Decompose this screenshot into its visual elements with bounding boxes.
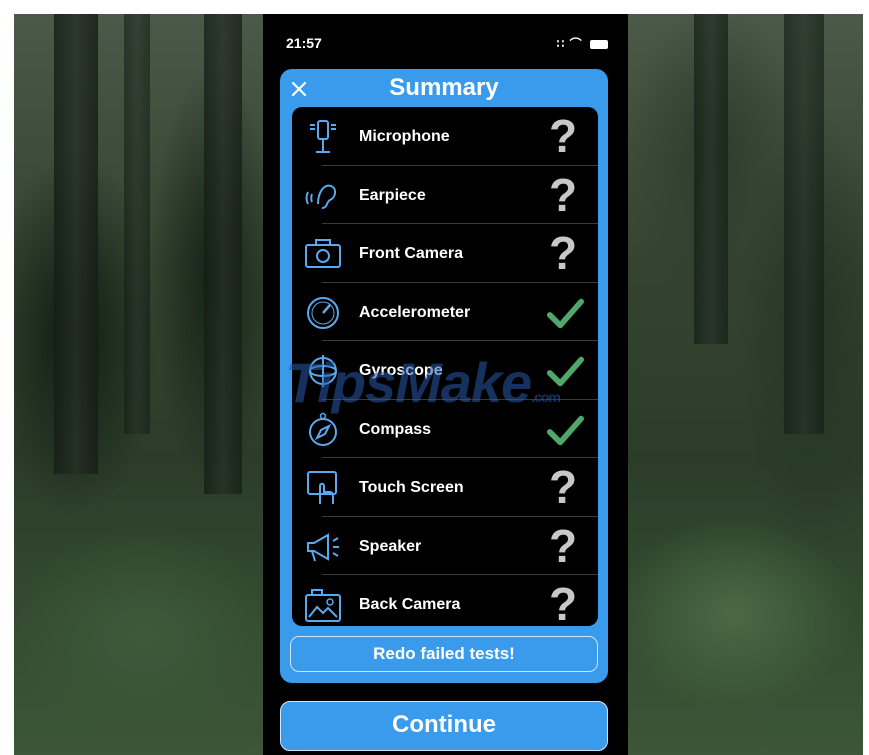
test-row-accelerometer[interactable]: Accelerometer (292, 283, 598, 341)
check-icon (546, 356, 584, 387)
test-row-compass[interactable]: Compass (292, 400, 598, 458)
test-row-touch-screen[interactable]: Touch Screen? (292, 458, 598, 517)
compass-icon (304, 412, 342, 448)
battery-icon (590, 40, 608, 50)
question-mark-icon: ? (548, 578, 578, 626)
phone-screen: 21:57 ∷ ⌒ Summary Microphone? Earpiece? Fr… (263, 14, 628, 755)
question-mark-icon: ? (548, 168, 578, 221)
camera-icon (304, 236, 342, 272)
test-label: Earpiece (359, 186, 426, 204)
passed-status (546, 347, 584, 393)
gauge-icon (304, 295, 342, 331)
panel-title: Summary (389, 74, 499, 101)
untested-status: ? (546, 581, 580, 626)
wifi-icon: ⌒ (569, 37, 583, 51)
passed-status (546, 406, 584, 452)
test-label: Accelerometer (359, 303, 471, 321)
test-row-front-camera[interactable]: Front Camera? (292, 224, 598, 283)
touch-screen-icon (304, 470, 342, 506)
test-row-gyroscope[interactable]: Gyroscope (292, 341, 598, 400)
question-mark-icon: ? (548, 227, 578, 279)
untested-status: ? (546, 464, 580, 510)
test-row-earpiece[interactable]: Earpiece? (292, 166, 598, 224)
summary-panel: Summary Microphone? Earpiece? Front Camera… (280, 69, 608, 683)
untested-status: ? (546, 113, 580, 159)
untested-status: ? (546, 172, 580, 218)
test-row-speaker[interactable]: Speaker? (292, 517, 598, 575)
continue-button[interactable]: Continue (280, 701, 608, 751)
test-label: Microphone (359, 128, 450, 145)
test-label: Gyroscope (359, 362, 443, 379)
question-mark-icon: ? (548, 461, 578, 513)
gyroscope-icon (304, 353, 342, 389)
test-label: Touch Screen (359, 479, 464, 496)
check-icon (546, 298, 584, 328)
ear-icon (304, 178, 342, 214)
test-list[interactable]: Microphone? Earpiece? Front Camera? Acceler… (292, 107, 598, 626)
photo-camera-icon (304, 587, 342, 623)
untested-status: ? (546, 523, 580, 569)
passed-status (546, 289, 584, 335)
test-label: Speaker (359, 537, 422, 555)
redo-failed-tests-button[interactable]: Redo failed tests! (290, 636, 598, 672)
signal-icon: ∷ (556, 37, 566, 51)
test-row-back-camera[interactable]: Back Camera? (292, 575, 598, 626)
untested-status: ? (546, 230, 580, 276)
status-time: 21:57 (286, 35, 322, 51)
test-row-microphone[interactable]: Microphone? (292, 107, 598, 166)
question-mark-icon: ? (548, 519, 578, 572)
megaphone-icon (304, 529, 342, 565)
status-icons: ∷ ⌒ (557, 35, 608, 52)
microphone-icon (304, 119, 342, 155)
test-label: Back Camera (359, 596, 461, 613)
check-icon (546, 415, 584, 445)
test-label: Compass (359, 420, 432, 438)
test-label: Front Camera (359, 245, 464, 262)
question-mark-icon: ? (548, 110, 578, 162)
